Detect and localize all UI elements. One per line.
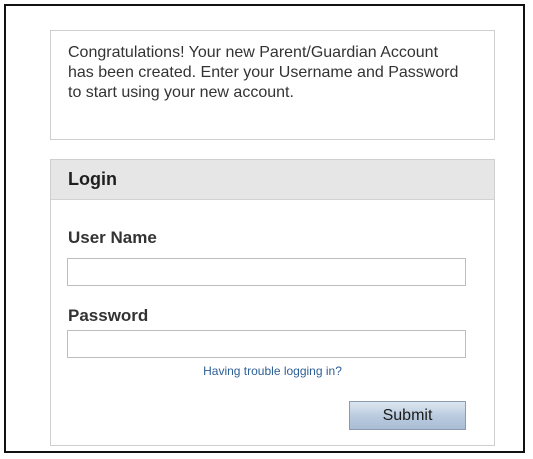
password-label: Password (68, 306, 149, 325)
username-label: User Name (68, 228, 157, 247)
password-input[interactable] (67, 330, 466, 358)
username-input[interactable] (67, 258, 466, 286)
account-created-message-box: Congratulations! Your new Parent/Guardia… (50, 30, 495, 140)
page-frame: Congratulations! Your new Parent/Guardia… (4, 4, 525, 453)
account-created-message: Congratulations! Your new Parent/Guardia… (68, 44, 459, 101)
login-header: Login (51, 160, 494, 200)
submit-button[interactable]: Submit (349, 401, 466, 430)
trouble-logging-in-link[interactable]: Having trouble logging in? (51, 364, 494, 378)
login-panel: Login User Name Password Having trouble … (50, 159, 495, 446)
login-title: Login (68, 169, 117, 189)
